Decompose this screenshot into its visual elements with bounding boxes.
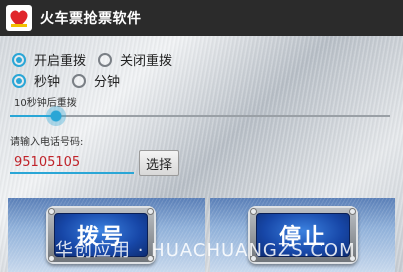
redial-on-radio[interactable] — [12, 52, 26, 67]
redial-on-label[interactable]: 开启重拨 — [34, 50, 86, 69]
unit-seconds-radio[interactable] — [12, 73, 26, 88]
screw-icon — [147, 208, 154, 215]
redial-slider-track[interactable] — [10, 115, 390, 117]
title-bar: 火车票抢票软件 — [0, 0, 403, 36]
slider-label: 10秒钟后重拨 — [14, 98, 77, 109]
unit-seconds-label[interactable]: 秒钟 — [34, 71, 60, 90]
watermark-text: 华创应用 · HUACHUANGZS.COM — [55, 240, 356, 261]
phone-label: 请输入电话号码: — [10, 137, 84, 148]
app-logo-icon — [6, 5, 32, 31]
unit-minutes-radio[interactable] — [72, 73, 87, 88]
unit-radio-group: 秒钟 分钟 — [12, 71, 132, 90]
screw-icon — [349, 208, 356, 215]
redial-slider-thumb[interactable] — [45, 106, 66, 126]
select-contact-button[interactable]: 选择 — [139, 150, 179, 176]
screw-icon — [48, 255, 55, 262]
redial-off-radio[interactable] — [98, 52, 113, 67]
app-title: 火车票抢票软件 — [40, 11, 142, 27]
phone-input[interactable] — [10, 152, 134, 174]
unit-minutes-label[interactable]: 分钟 — [94, 71, 120, 90]
redial-radio-group: 开启重拨 关闭重拨 — [12, 50, 184, 69]
redial-off-label[interactable]: 关闭重拨 — [120, 50, 172, 69]
